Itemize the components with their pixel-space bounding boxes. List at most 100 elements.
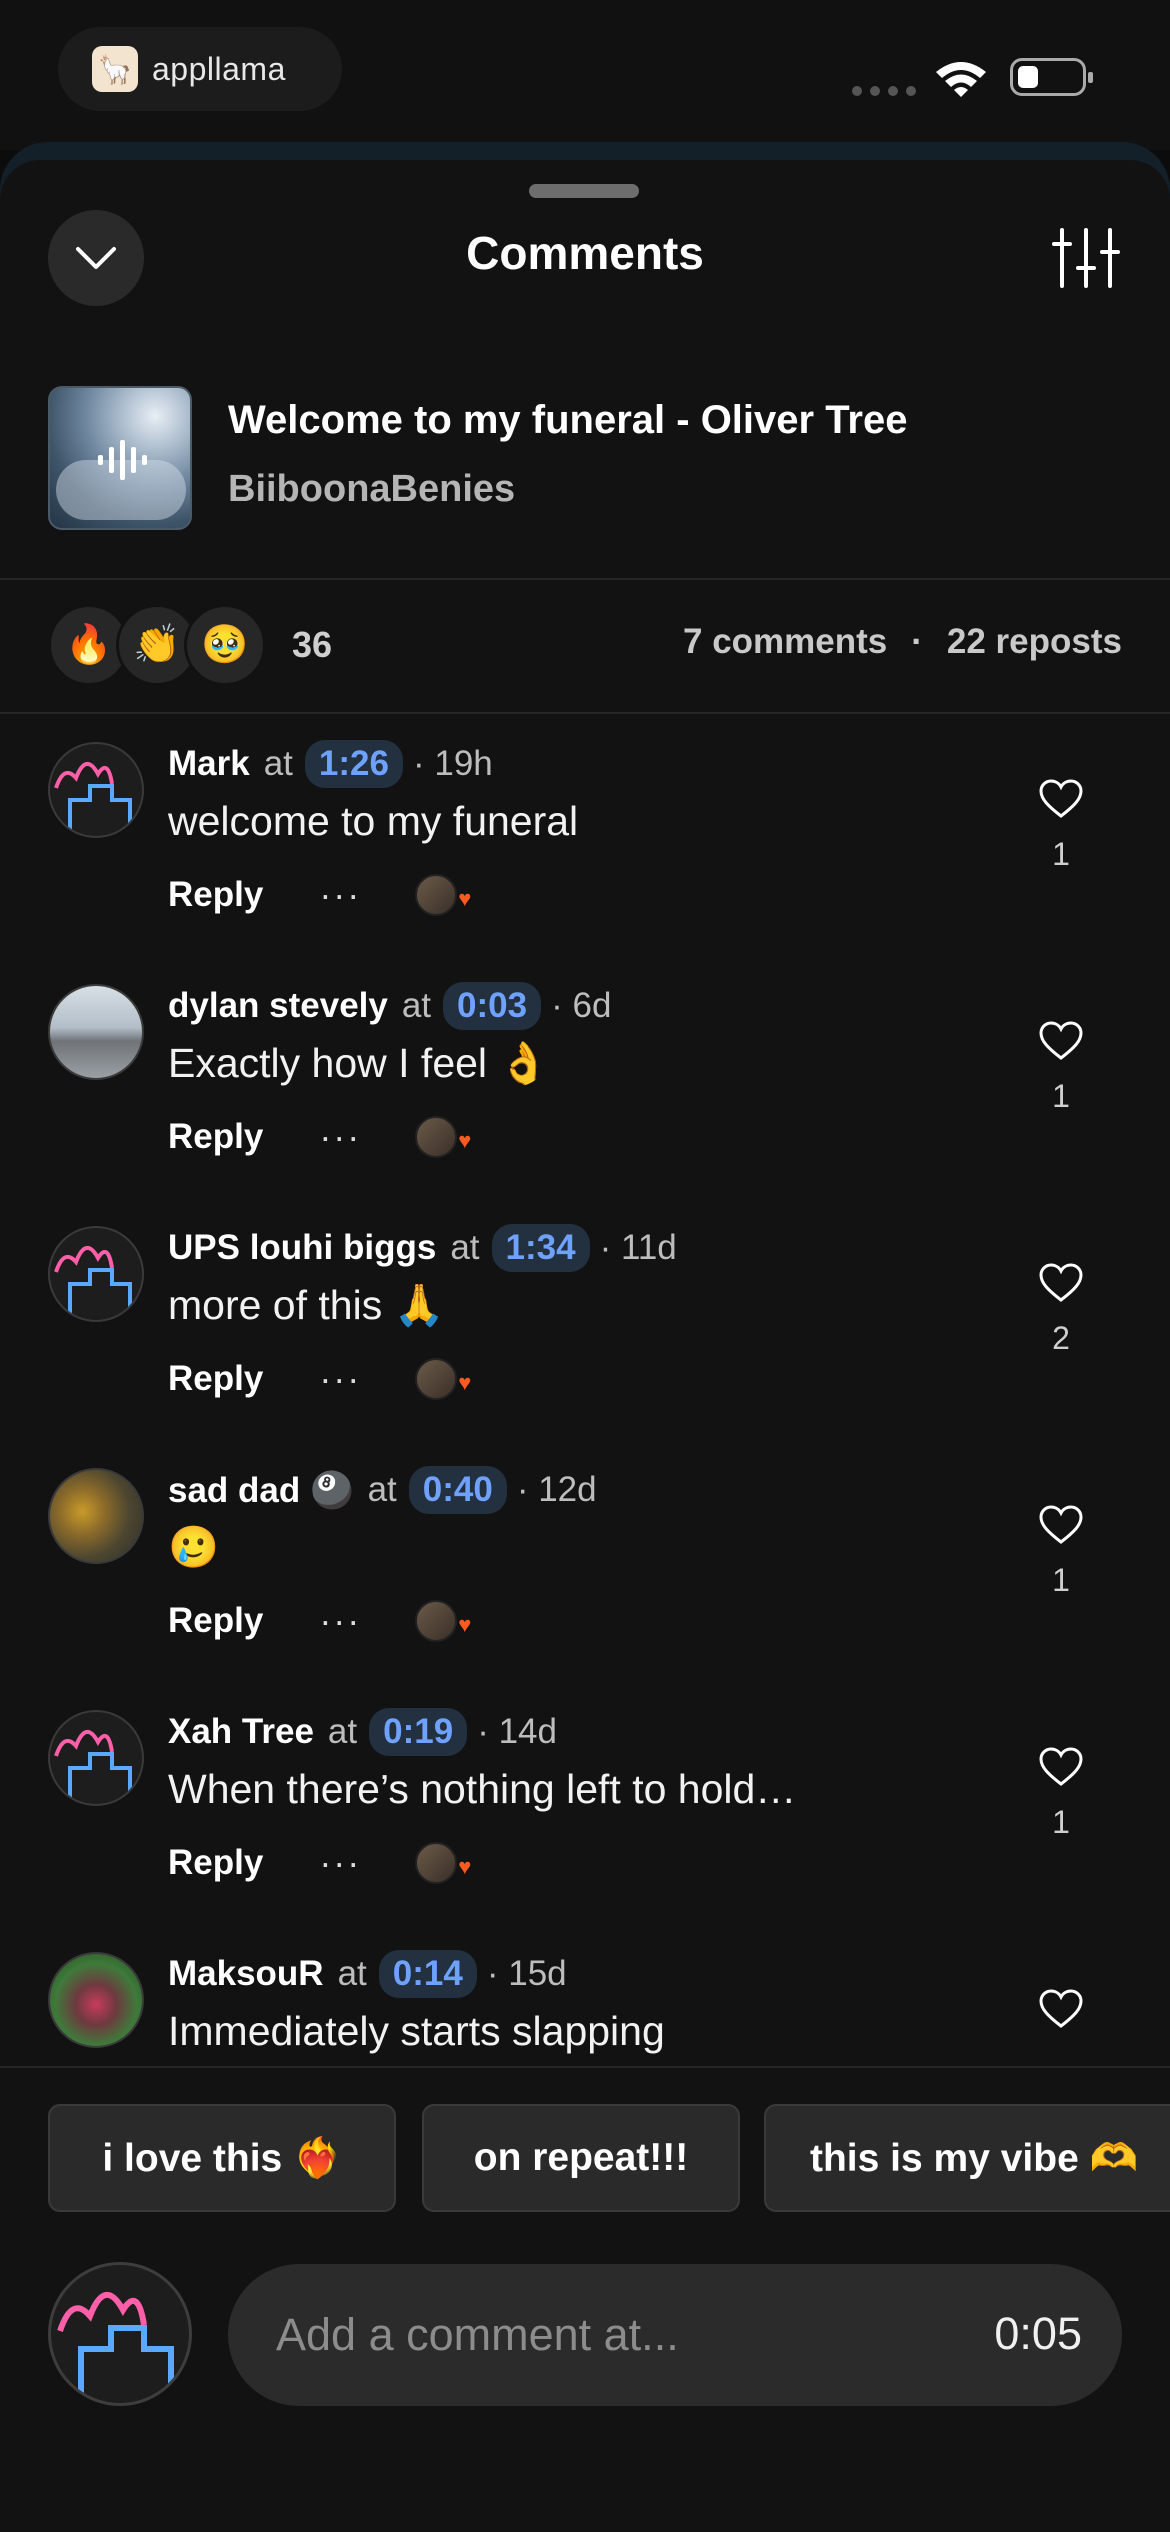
comment-timestamp-chip[interactable]: 0:03 xyxy=(443,982,542,1030)
like-button[interactable]: 1 xyxy=(1036,1020,1086,1115)
comments-list[interactable]: Mark at 1:26 · 19h welcome to my funeral… xyxy=(0,714,1170,2060)
heart-outline-icon xyxy=(1039,1021,1083,1060)
comment-username[interactable]: dylan stevely xyxy=(168,986,388,1026)
comment-actions: Reply ··· ♥ xyxy=(168,1358,471,1400)
comment-text: When there’s nothing left to hold… xyxy=(168,1766,797,1812)
engagement-stats: 7 comments · 22 reposts xyxy=(683,622,1122,662)
comment-username[interactable]: Mark xyxy=(168,744,250,784)
comment-timestamp-chip[interactable]: 0:14 xyxy=(378,1950,477,1998)
reply-button[interactable]: Reply xyxy=(168,875,263,915)
comment-row: UPS louhi biggs at 1:34 · 11d more of th… xyxy=(0,1198,1170,1440)
comment-timestamp-chip[interactable]: 0:19 xyxy=(369,1708,468,1756)
more-options-icon[interactable]: ··· xyxy=(319,1600,361,1642)
avatar[interactable] xyxy=(48,1226,144,1322)
composer-area: i love this ❤️‍🔥 on repeat!!! this is my… xyxy=(0,2066,1170,2532)
avatar[interactable] xyxy=(48,984,144,1080)
like-button[interactable]: 1 xyxy=(1036,778,1086,873)
quick-reply-chip[interactable]: this is my vibe 🫶 xyxy=(764,2104,1170,2212)
comment-actions: Reply ··· ♥ xyxy=(168,1116,471,1158)
comment-at-label: at xyxy=(327,1712,358,1751)
comment-timestamp-chip[interactable]: 1:26 xyxy=(304,740,403,788)
reply-button[interactable]: Reply xyxy=(168,1843,263,1883)
llama-icon: 🦙 xyxy=(92,46,138,92)
artist-liked-badge: ♥ xyxy=(415,1358,471,1400)
reactions-summary[interactable]: 🔥 👏 🥹 36 xyxy=(48,604,332,686)
like-button[interactable]: 1 xyxy=(1036,1504,1086,1599)
heart-icon: ♥ xyxy=(458,886,472,911)
comment-username[interactable]: sad dad 🎱 xyxy=(168,1470,354,1511)
more-options-icon[interactable]: ··· xyxy=(319,874,361,916)
like-count: 2 xyxy=(1052,1320,1070,1356)
more-options-icon[interactable]: ··· xyxy=(319,1842,361,1884)
comment-row: Xah Tree at 0:19 · 14d When there’s noth… xyxy=(0,1682,1170,1924)
heart-icon: ♥ xyxy=(458,1128,472,1153)
waveform-icon xyxy=(98,438,147,482)
teary-reaction-icon: 🥹 xyxy=(184,604,266,686)
avatar[interactable] xyxy=(48,742,144,838)
like-button[interactable] xyxy=(1036,1988,1086,2030)
like-button[interactable]: 2 xyxy=(1036,1262,1086,1357)
comment-username[interactable]: Xah Tree xyxy=(168,1712,314,1752)
heart-icon: ♥ xyxy=(458,1854,472,1879)
avatar[interactable] xyxy=(48,1952,144,2048)
filter-sliders-icon[interactable] xyxy=(1050,222,1122,294)
comment-at-label: at xyxy=(337,1954,367,1993)
avatar[interactable] xyxy=(48,1468,144,1564)
comment-at-label: at xyxy=(263,744,293,783)
comment-row: sad dad 🎱 at 0:40 · 12d 🥲 Reply ··· ♥ 1 xyxy=(0,1440,1170,1682)
comment-actions: Reply ··· ♥ xyxy=(168,1600,471,1642)
comment-username[interactable]: MaksouR xyxy=(168,1954,324,1994)
artist-liked-badge: ♥ xyxy=(415,1600,471,1642)
comment-text: more of this 🙏 xyxy=(168,1282,445,1328)
track-artist[interactable]: BiiboonaBenies xyxy=(228,468,515,511)
comment-actions: Reply ··· ♥ xyxy=(168,1842,471,1884)
comment-header: UPS louhi biggs at 1:34 · 11d xyxy=(168,1224,677,1272)
divider xyxy=(0,578,1170,580)
comments-count[interactable]: 7 comments xyxy=(683,622,887,662)
sheet-grabber[interactable] xyxy=(529,184,639,198)
like-count: 1 xyxy=(1052,1804,1070,1840)
comment-age: · 15d xyxy=(486,1954,567,1993)
comment-timestamp-chip[interactable]: 0:40 xyxy=(408,1466,507,1514)
comment-at-label: at xyxy=(401,986,432,1025)
my-avatar[interactable] xyxy=(48,2262,192,2406)
track-title[interactable]: Welcome to my funeral - Oliver Tree xyxy=(228,398,908,443)
reposts-count[interactable]: 22 reposts xyxy=(947,622,1122,662)
cellular-signal-icon xyxy=(852,86,916,96)
comment-header: Xah Tree at 0:19 · 14d xyxy=(168,1708,557,1756)
comment-text: welcome to my funeral xyxy=(168,798,579,844)
more-options-icon[interactable]: ··· xyxy=(319,1358,361,1400)
status-bar: 🦙 appllama xyxy=(0,0,1170,150)
app-pill[interactable]: 🦙 appllama xyxy=(58,27,342,111)
reply-button[interactable]: Reply xyxy=(168,1601,263,1641)
like-button[interactable]: 1 xyxy=(1036,1746,1086,1841)
comment-text: Immediately starts slapping xyxy=(168,2008,665,2054)
heart-icon: ♥ xyxy=(458,1370,472,1395)
reply-button[interactable]: Reply xyxy=(168,1359,263,1399)
quick-reply-chip[interactable]: i love this ❤️‍🔥 xyxy=(48,2104,396,2212)
comment-at-label: at xyxy=(367,1470,397,1509)
comment-timestamp[interactable]: 0:05 xyxy=(994,2308,1082,2360)
comment-header: Mark at 1:26 · 19h xyxy=(168,740,493,788)
quick-reply-chip[interactable]: on repeat!!! xyxy=(422,2104,740,2212)
track-artwork[interactable] xyxy=(48,386,192,530)
track-header[interactable]: Welcome to my funeral - Oliver Tree Biib… xyxy=(48,386,1128,532)
comment-input[interactable] xyxy=(276,2302,876,2368)
like-count: 1 xyxy=(1052,1562,1070,1598)
heart-outline-icon xyxy=(1039,1505,1083,1544)
avatar[interactable] xyxy=(48,1710,144,1806)
more-options-icon[interactable]: ··· xyxy=(319,1116,361,1158)
battery-icon xyxy=(1010,58,1093,96)
heart-outline-icon xyxy=(1039,1747,1083,1786)
reaction-count: 36 xyxy=(292,624,333,665)
like-count: 1 xyxy=(1052,836,1070,872)
artist-liked-badge: ♥ xyxy=(415,1116,471,1158)
comment-composer[interactable]: 0:05 xyxy=(228,2264,1122,2406)
comment-username[interactable]: UPS louhi biggs xyxy=(168,1228,436,1268)
app-name: appllama xyxy=(152,50,286,87)
comment-timestamp-chip[interactable]: 1:34 xyxy=(491,1224,590,1272)
comment-text: 🥲 xyxy=(168,1524,220,1570)
heart-outline-icon xyxy=(1039,1989,1083,2028)
comment-age: · 19h xyxy=(412,744,493,783)
reply-button[interactable]: Reply xyxy=(168,1117,263,1157)
